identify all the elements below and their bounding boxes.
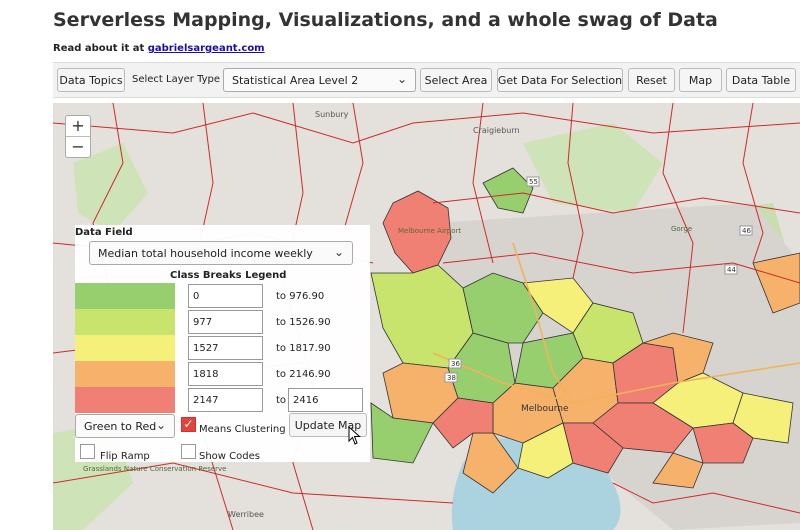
show-codes-checkbox[interactable] bbox=[181, 444, 196, 459]
reset-button[interactable]: Reset bbox=[628, 68, 675, 92]
data-field-label: Data Field bbox=[75, 227, 133, 238]
label-sunbury: Sunbury bbox=[315, 110, 349, 119]
flip-ramp-checkbox[interactable] bbox=[80, 444, 95, 459]
layer-type-value: Statistical Area Level 2 bbox=[232, 73, 359, 87]
chevron-down-icon: ⌄ bbox=[396, 72, 407, 86]
break-from-input[interactable]: 977 bbox=[188, 310, 263, 334]
legend-swatch[interactable] bbox=[75, 283, 175, 309]
read-about-line: Read about it at gabrielsargeant.com bbox=[53, 43, 265, 54]
label-melbourne: Melbourne bbox=[521, 404, 569, 414]
label-melbourne-airport: Melbourne Airport bbox=[398, 227, 461, 235]
zoom-in-button[interactable]: + bbox=[66, 116, 90, 137]
select-area-button[interactable]: Select Area bbox=[420, 68, 492, 92]
toolbar: Data Topics Select Layer Type : Statisti… bbox=[53, 62, 800, 98]
chevron-down-icon: ⌄ bbox=[155, 418, 166, 432]
legend-title: Class Breaks Legend bbox=[170, 270, 287, 281]
break-max-input[interactable]: 2416 bbox=[288, 388, 363, 412]
break-to-label: to 1817.90 bbox=[276, 343, 331, 354]
read-about-prefix: Read about it at bbox=[53, 43, 148, 54]
means-clustering-checkbox[interactable]: ✓ bbox=[181, 417, 196, 432]
layer-type-label: Select Layer Type : bbox=[132, 74, 227, 85]
break-from-input[interactable]: 1527 bbox=[188, 336, 263, 360]
mouse-cursor-icon bbox=[348, 426, 361, 445]
break-from-input[interactable]: 0 bbox=[188, 284, 263, 308]
label-werribee: Werribee bbox=[228, 510, 264, 519]
shield-46: 46 bbox=[742, 227, 751, 235]
break-from-input[interactable]: 2147 bbox=[188, 388, 263, 412]
show-codes-label: Show Codes bbox=[199, 451, 260, 462]
get-data-button[interactable]: Get Data For Selection bbox=[497, 68, 623, 92]
legend-swatch[interactable] bbox=[75, 309, 175, 335]
break-to-label: to 976.90 bbox=[276, 291, 325, 302]
shield-44: 44 bbox=[727, 266, 736, 274]
zoom-out-button[interactable]: − bbox=[66, 137, 90, 157]
color-ramp-select[interactable]: Green to Red ⌄ bbox=[75, 414, 175, 438]
label-grasslands: Grasslands Nature Conservation Reserve bbox=[83, 465, 226, 473]
data-field-value: Median total household income weekly bbox=[98, 246, 313, 260]
page-title: Serverless Mapping, Visualizations, and … bbox=[53, 9, 718, 31]
legend-swatch[interactable] bbox=[75, 361, 175, 387]
shield-38: 38 bbox=[447, 374, 456, 382]
color-ramp-value: Green to Red bbox=[84, 419, 157, 433]
break-from-input[interactable]: 1818 bbox=[188, 362, 263, 386]
zoom-control: + − bbox=[65, 115, 91, 158]
legend-swatch[interactable] bbox=[75, 335, 175, 361]
means-clustering-label: Means Clustering bbox=[199, 424, 286, 435]
data-table-button[interactable]: Data Table bbox=[726, 68, 796, 92]
legend-swatch[interactable] bbox=[75, 387, 175, 413]
map-button[interactable]: Map bbox=[679, 68, 722, 92]
break-to-label: to 2146.90 bbox=[276, 369, 331, 380]
layer-type-select[interactable]: Statistical Area Level 2 ⌄ bbox=[223, 68, 416, 92]
break-to-label: to 1526.90 bbox=[276, 317, 331, 328]
flip-ramp-label: Flip Ramp bbox=[100, 451, 150, 462]
site-link[interactable]: gabrielsargeant.com bbox=[148, 43, 265, 54]
label-gorge: Gorge bbox=[671, 225, 692, 233]
shield-36: 36 bbox=[451, 360, 460, 368]
label-craigieburn: Craigieburn bbox=[473, 126, 520, 135]
break-to-label: to bbox=[276, 395, 287, 406]
shield-55: 55 bbox=[529, 178, 538, 186]
chevron-down-icon: ⌄ bbox=[333, 245, 344, 259]
legend-panel: Data Field Median total household income… bbox=[75, 225, 370, 462]
data-field-select[interactable]: Median total household income weekly ⌄ bbox=[89, 241, 353, 265]
data-topics-button[interactable]: Data Topics bbox=[57, 68, 125, 92]
